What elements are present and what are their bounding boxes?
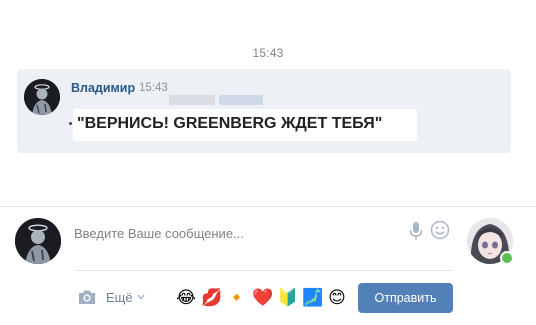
faded-text xyxy=(169,95,215,105)
camera-icon[interactable] xyxy=(77,288,97,306)
composer-divider xyxy=(0,206,536,207)
author-name-link[interactable]: Владимир xyxy=(71,81,135,95)
online-indicator xyxy=(500,251,514,265)
emoji-heart[interactable]: ❤️ xyxy=(252,289,273,307)
bullet-dot xyxy=(69,122,72,125)
faded-link xyxy=(219,95,263,105)
message-text: "ВЕРНИСЬ! GREENBERG ЖДЕТ ТЕБЯ" xyxy=(77,115,383,132)
composer-separator xyxy=(75,270,453,271)
message-bubble: Владимир 15:43 "ВЕРНИСЬ! GREENBERG ЖДЕТ … xyxy=(17,69,511,153)
my-avatar[interactable] xyxy=(15,218,61,264)
emoji-laughing[interactable]: 😂 xyxy=(176,289,196,307)
microphone-icon[interactable] xyxy=(409,221,423,241)
emoji-diamond[interactable]: 🔸 xyxy=(226,289,247,307)
author-avatar[interactable] xyxy=(24,79,60,115)
more-button[interactable]: Ещё xyxy=(106,290,133,305)
chevron-down-icon[interactable] xyxy=(137,294,145,300)
time-divider: 15:43 xyxy=(252,46,284,60)
emoji-map[interactable]: 🗾 xyxy=(302,289,323,307)
emoji-beginner[interactable]: 🔰 xyxy=(277,289,298,307)
send-button[interactable]: Отправить xyxy=(358,283,453,313)
message-timestamp: 15:43 xyxy=(139,82,168,94)
emoji-kiss[interactable]: 💋 xyxy=(201,289,222,307)
message-input[interactable] xyxy=(74,222,454,244)
emoji-smile[interactable]: 😊 xyxy=(327,289,347,307)
smile-icon[interactable] xyxy=(430,220,450,240)
